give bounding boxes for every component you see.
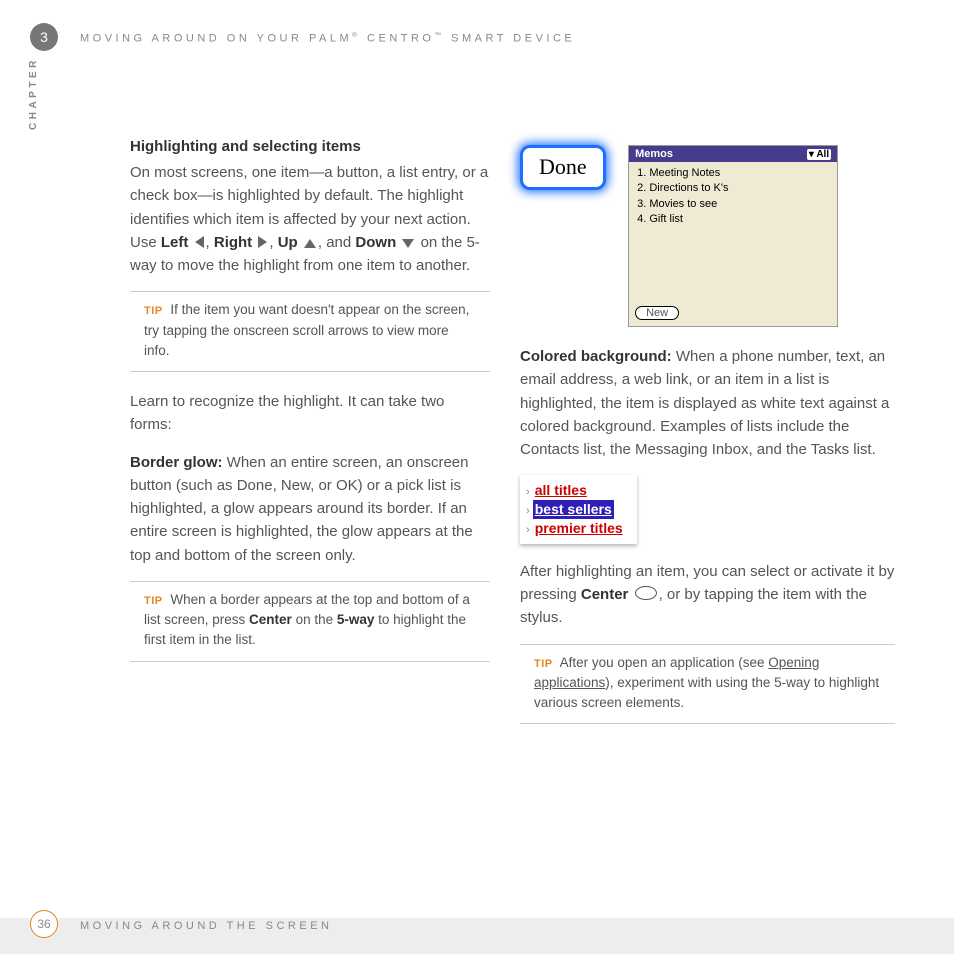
page-number: 36 (30, 910, 58, 938)
right-arrow-icon (258, 236, 267, 248)
tip-label: TIP (144, 305, 163, 317)
intro-paragraph: On most screens, one item—a button, a li… (130, 161, 490, 277)
left-arrow-icon (195, 236, 204, 248)
pick-list-figure: all titles best sellers premier titles (520, 475, 637, 544)
memo-item: 3. Movies to see (637, 197, 829, 212)
running-footer: MOVING AROUND THE SCREEN (80, 920, 333, 932)
memo-item: 2. Directions to K's (637, 181, 829, 196)
done-button-figure: Done (520, 145, 606, 190)
done-button: Done (520, 145, 606, 190)
learn-paragraph: Learn to recognize the highlight. It can… (130, 390, 490, 437)
border-glow-paragraph: Border glow: When an entire screen, an o… (130, 451, 490, 567)
new-button: New (635, 306, 679, 320)
memos-filter-all: ▾ All (807, 149, 831, 160)
tip-label: TIP (534, 658, 553, 670)
picker-item-best-sellers: best sellers (533, 500, 614, 519)
tip-label: TIP (144, 595, 163, 607)
down-arrow-icon (402, 239, 414, 248)
memo-item: 1. Meeting Notes (637, 166, 829, 181)
tip-box-2: TIP When a border appears at the top and… (130, 581, 490, 662)
memo-item: 4. Gift list (637, 212, 829, 227)
up-arrow-icon (304, 239, 316, 248)
picker-item-premier-titles: premier titles (533, 520, 625, 536)
running-header: MOVING AROUND ON YOUR PALM® CENTRO™ SMAR… (80, 32, 575, 45)
after-highlight-paragraph: After highlighting an item, you can sele… (520, 560, 895, 630)
memos-screenshot: Memos ▾ All 1. Meeting Notes 2. Directio… (628, 145, 838, 327)
memos-title: Memos (635, 148, 673, 160)
tip-box-3: TIP After you open an application (see O… (520, 644, 895, 725)
picker-item-all-titles: all titles (533, 482, 589, 498)
colored-background-paragraph: Colored background: When a phone number,… (520, 345, 895, 461)
section-heading: Highlighting and selecting items (130, 138, 490, 155)
tip-box-1: TIP If the item you want doesn't appear … (130, 291, 490, 372)
chapter-number-badge: 3 (30, 23, 58, 51)
chapter-label: CHAPTER (28, 57, 39, 130)
center-button-icon (635, 586, 657, 600)
